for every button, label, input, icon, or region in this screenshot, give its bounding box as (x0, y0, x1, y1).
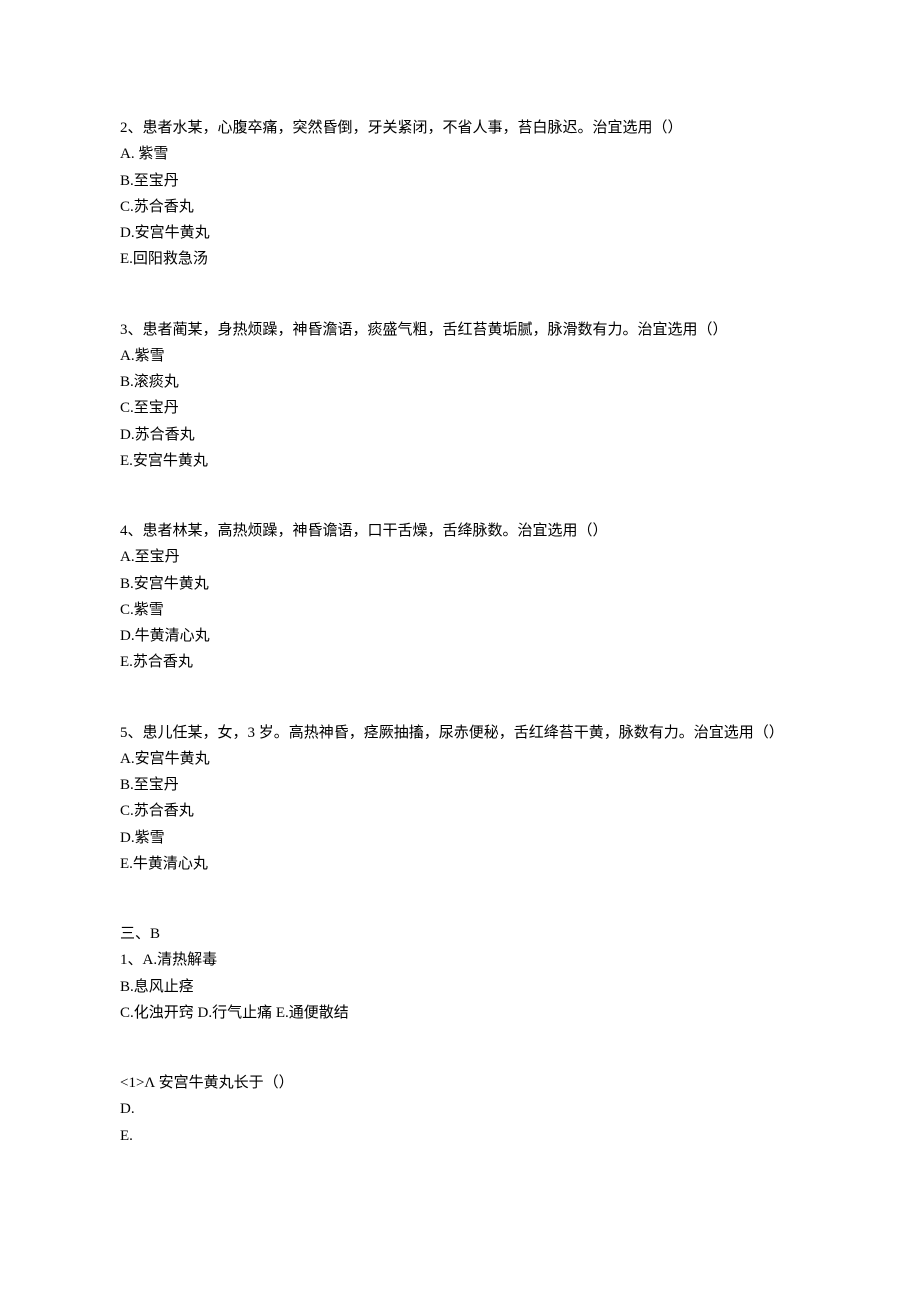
option-text: 至宝丹 (135, 549, 180, 565)
option-label: D. (120, 628, 135, 644)
option-label: A. (120, 549, 135, 565)
option-e: E.回阳救急汤 (120, 246, 800, 272)
option-e: E.安宫牛黄丸 (120, 448, 800, 474)
option-label: D. (120, 225, 135, 241)
stem-text: 患儿任某，女，3 岁。高热神昏，痉厥抽搐，尿赤便秘，舌红绛苔干黄，脉数有力。治宜… (143, 725, 784, 741)
option-text: 苏合香丸 (133, 654, 193, 670)
option-label: C. (120, 602, 134, 618)
question-number: 4 (120, 523, 128, 539)
option-text: 牛黄清心丸 (135, 628, 210, 644)
option-label: C. (120, 400, 134, 416)
question-number: 3 (120, 322, 128, 338)
option-text: 至宝丹 (134, 173, 179, 189)
option-text: 紫雪 (134, 602, 164, 618)
option-text: 苏合香丸 (134, 199, 194, 215)
option-text: 至宝丹 (134, 777, 179, 793)
option-label: D. (120, 427, 135, 443)
option-label: C. (120, 803, 134, 819)
option-d: D.紫雪 (120, 825, 800, 851)
option-label: E. (120, 654, 133, 670)
separator: 、 (128, 523, 143, 539)
option-label: B. (120, 576, 134, 592)
option-d: D.安宫牛黄丸 (120, 220, 800, 246)
option-e: E. (120, 1123, 800, 1149)
section-header: 三、B (120, 921, 800, 947)
option-label: D. (120, 830, 135, 846)
option-text: 牛黄清心丸 (133, 856, 208, 872)
option-c: C.紫雪 (120, 597, 800, 623)
separator: 、 (128, 725, 143, 741)
option-e: E.苏合香丸 (120, 649, 800, 675)
question-stem: 2、患者水某，心腹卒痛，突然昏倒，牙关紧闭，不省人事，苔白脉迟。治宜选用（） (120, 115, 800, 141)
question-number: 5 (120, 725, 128, 741)
option-d-text: D.行气止痛 (198, 1005, 273, 1021)
option-text: 苏合香丸 (134, 803, 194, 819)
option-b: B.滚痰丸 (120, 369, 800, 395)
option-text: 安宫牛黄丸 (135, 751, 210, 767)
section-three-b: 三、B 1、A.清热解毒 B.息风止痉 C.化浊开窍 D.行气止痛 E.通便散结 (120, 921, 800, 1026)
stem-text: 患者水某，心腹卒痛，突然昏倒，牙关紧闭，不省人事，苔白脉迟。治宜选用（） (143, 120, 683, 136)
option-text: 至宝丹 (134, 400, 179, 416)
option-a: A.紫雪 (120, 343, 800, 369)
option-text: 安宫牛黄丸 (135, 225, 210, 241)
option-label: A. (120, 751, 135, 767)
stem-text: 患者蔺某，身热烦躁，神昏澹语，痰盛气粗，舌红苔黄垢腻，脉滑数有力。治宜选用（） (143, 322, 728, 338)
option-text: 滚痰丸 (134, 374, 179, 390)
option-a: A.至宝丹 (120, 544, 800, 570)
option-label: E. (120, 453, 133, 469)
option-label: B. (120, 777, 134, 793)
question-number: 1 (120, 952, 128, 968)
subquestion-1: <1>Λ 安宫牛黄丸长于（） D. E. (120, 1070, 800, 1149)
option-label: A. (120, 146, 135, 162)
option-text: 紫雪 (135, 348, 165, 364)
separator: 、 (128, 322, 143, 338)
option-b: B.至宝丹 (120, 772, 800, 798)
option-a-text: A.清热解毒 (143, 952, 218, 968)
stem-text: 患者林某，高热烦躁，神昏谵语，口干舌燥，舌绛脉数。治宜选用（） (143, 523, 608, 539)
subquestion-stem: <1>Λ 安宫牛黄丸长于（） (120, 1070, 800, 1096)
separator: 、 (128, 952, 143, 968)
option-c: C.至宝丹 (120, 395, 800, 421)
shared-option-line-1: 1、A.清热解毒 (120, 947, 800, 973)
option-label: E. (120, 251, 133, 267)
option-d: D.苏合香丸 (120, 422, 800, 448)
option-d: D. (120, 1096, 800, 1122)
option-e: E.牛黄清心丸 (120, 851, 800, 877)
option-label: E. (120, 856, 133, 872)
question-3: 3、患者蔺某，身热烦躁，神昏澹语，痰盛气粗，舌红苔黄垢腻，脉滑数有力。治宜选用（… (120, 317, 800, 475)
option-label: A. (120, 348, 135, 364)
shared-option-b: B.息风止痉 (120, 974, 800, 1000)
option-c-text: C.化浊开窍 (120, 1005, 194, 1021)
question-stem: 4、患者林某，高热烦躁，神昏谵语，口干舌燥，舌绛脉数。治宜选用（） (120, 518, 800, 544)
option-label: B. (120, 173, 134, 189)
question-5: 5、患儿任某，女，3 岁。高热神昏，痉厥抽搐，尿赤便秘，舌红绛苔干黄，脉数有力。… (120, 720, 800, 878)
question-2: 2、患者水某，心腹卒痛，突然昏倒，牙关紧闭，不省人事，苔白脉迟。治宜选用（） A… (120, 115, 800, 273)
shared-option-cde: C.化浊开窍 D.行气止痛 E.通便散结 (120, 1000, 800, 1026)
option-a: A.安宫牛黄丸 (120, 746, 800, 772)
separator: 、 (128, 120, 143, 136)
option-label: B. (120, 374, 134, 390)
question-stem: 5、患儿任某，女，3 岁。高热神昏，痉厥抽搐，尿赤便秘，舌红绛苔干黄，脉数有力。… (120, 720, 800, 746)
option-b: B.安宫牛黄丸 (120, 571, 800, 597)
sub-label: <1>Λ (120, 1075, 155, 1091)
question-4: 4、患者林某，高热烦躁，神昏谵语，口干舌燥，舌绛脉数。治宜选用（） A.至宝丹 … (120, 518, 800, 676)
option-text: 紫雪 (135, 830, 165, 846)
option-text: 苏合香丸 (135, 427, 195, 443)
option-b: B.至宝丹 (120, 168, 800, 194)
option-text: 回阳救急汤 (133, 251, 208, 267)
option-d: D.牛黄清心丸 (120, 623, 800, 649)
option-c: C.苏合香丸 (120, 798, 800, 824)
option-label: C. (120, 199, 134, 215)
sub-stem-text: 安宫牛黄丸长于（） (159, 1075, 294, 1091)
option-e-text: E.通便散结 (276, 1005, 349, 1021)
option-a: A. 紫雪 (120, 141, 800, 167)
option-text: 安宫牛黄丸 (134, 576, 209, 592)
question-number: 2 (120, 120, 128, 136)
option-text: 安宫牛黄丸 (133, 453, 208, 469)
question-stem: 3、患者蔺某，身热烦躁，神昏澹语，痰盛气粗，舌红苔黄垢腻，脉滑数有力。治宜选用（… (120, 317, 800, 343)
option-text: 紫雪 (138, 146, 168, 162)
option-c: C.苏合香丸 (120, 194, 800, 220)
